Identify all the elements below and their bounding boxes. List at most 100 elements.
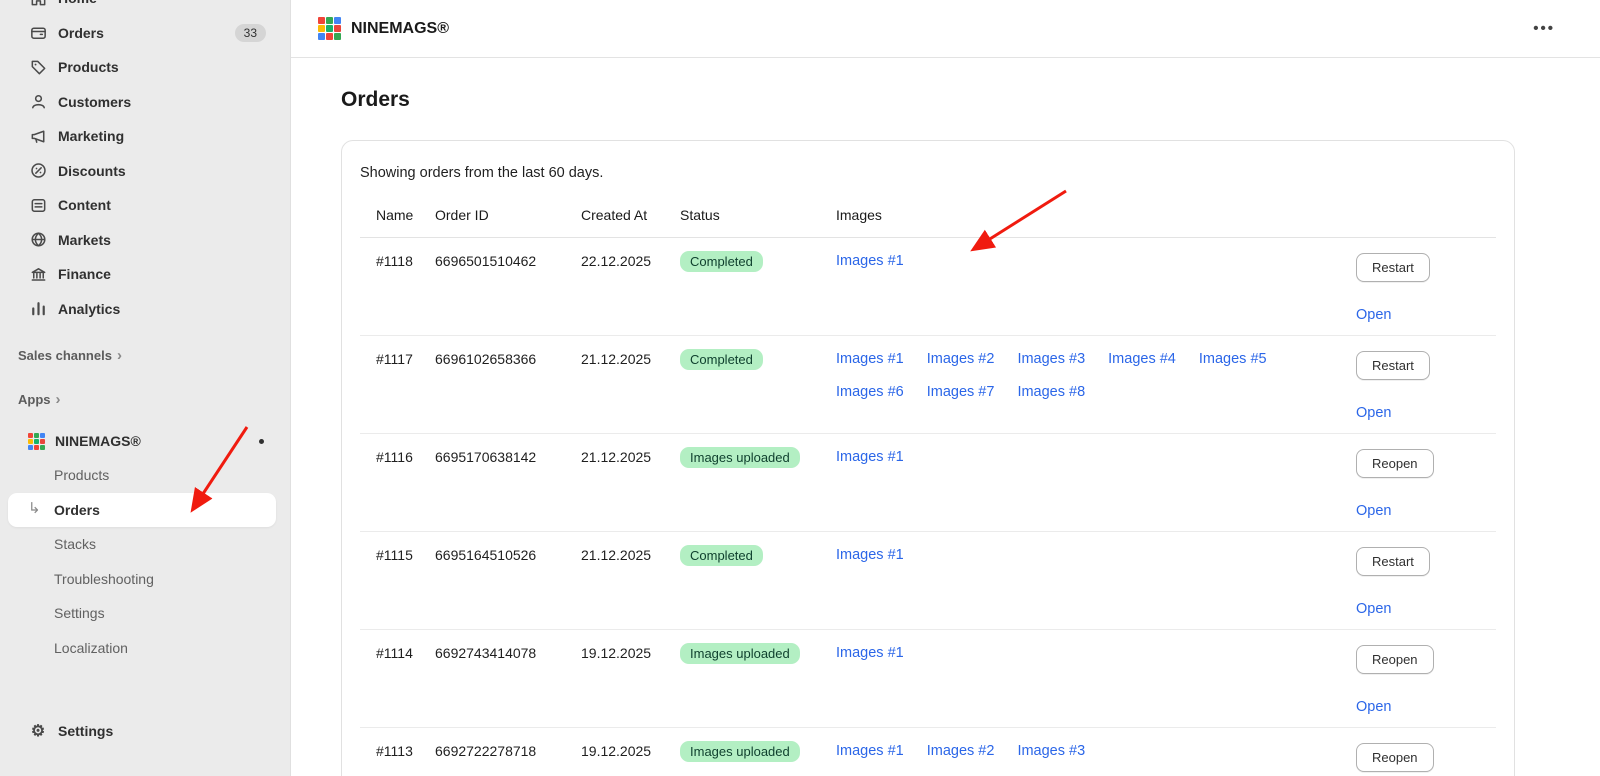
image-link[interactable]: Images #1	[836, 743, 904, 759]
status-badge: Images uploaded	[680, 741, 800, 762]
sidebar-item-label: Discounts	[58, 162, 126, 179]
sidebar-subitem-products[interactable]: Products	[8, 458, 276, 493]
image-link[interactable]: Images #4	[1108, 351, 1176, 367]
sidebar-item-label: Orders	[58, 24, 104, 41]
open-link[interactable]: Open	[1356, 405, 1391, 421]
app-subnav: Products ↳ Orders Stacks Troubleshooting Sett…	[0, 458, 290, 665]
restart-button[interactable]: Restart	[1356, 351, 1430, 380]
table-header-row: Name Order ID Created At Status Images	[360, 197, 1496, 238]
status-badge: Completed	[680, 545, 763, 566]
sidebar-item-discounts[interactable]: Discounts	[0, 154, 290, 189]
open-link[interactable]: Open	[1356, 699, 1391, 715]
sidebar-subitem-localization[interactable]: Localization	[8, 631, 276, 666]
sidebar-subitem-settings[interactable]: Settings	[8, 596, 276, 631]
restart-button[interactable]: Restart	[1356, 253, 1430, 282]
column-header-name: Name	[360, 197, 435, 238]
sidebar-item-ninemags-app[interactable]: NINEMAGS®	[0, 424, 290, 458]
page-title: Orders	[341, 88, 410, 111]
status-badge: Images uploaded	[680, 643, 800, 664]
order-row: #1117 6696102658366 21.12.2025 Completed Ima…	[360, 335, 1496, 434]
orders-table: Name Order ID Created At Status Images #1118…	[360, 197, 1496, 776]
order-id: 6695164510526	[435, 531, 581, 630]
image-link[interactable]: Images #8	[1017, 384, 1085, 400]
topbar: NINEMAGS® •••	[291, 0, 1600, 58]
status-badge: Completed	[680, 349, 763, 370]
images-links: Images #1 Images #2 Images #3 Images #4 Imag…	[836, 351, 1348, 400]
gear-icon: ⚙	[30, 722, 46, 740]
image-link[interactable]: Images #5	[1199, 351, 1267, 367]
image-link[interactable]: Images #6	[836, 384, 904, 400]
sidebar-item-finance[interactable]: Finance	[0, 257, 290, 292]
marketing-icon	[28, 126, 48, 146]
main-area: NINEMAGS® ••• Orders Showing orders from…	[291, 0, 1600, 776]
image-link[interactable]: Images #3	[1017, 351, 1085, 367]
sidebar-item-analytics[interactable]: Analytics	[0, 292, 290, 327]
sidebar-item-customers[interactable]: Customers	[0, 85, 290, 120]
order-created-at: 19.12.2025	[581, 629, 680, 728]
markets-icon	[28, 230, 48, 250]
images-links: Images #1	[836, 645, 1348, 661]
sales-channels-header[interactable]: Sales channels ›	[0, 341, 290, 370]
column-header-order-id: Order ID	[435, 197, 581, 238]
image-link[interactable]: Images #2	[927, 351, 995, 367]
reopen-button[interactable]: Reopen	[1356, 449, 1434, 478]
order-row: #1115 6695164510526 21.12.2025 Completed Ima…	[360, 531, 1496, 630]
image-link[interactable]: Images #7	[927, 384, 995, 400]
open-link[interactable]: Open	[1356, 307, 1391, 323]
sidebar-subitem-label: Products	[54, 467, 110, 484]
order-id: 6696501510462	[435, 237, 581, 336]
more-menu-button[interactable]: •••	[1533, 21, 1555, 36]
images-links: Images #1 Images #2 Images #3	[836, 743, 1348, 759]
sidebar-item-orders[interactable]: Orders 33	[0, 16, 290, 51]
sidebar-item-markets[interactable]: Markets	[0, 223, 290, 258]
sidebar-subitem-label: Settings	[54, 605, 105, 622]
sidebar-nav: Home Orders 33 Products Customers Marketing Di…	[0, 0, 290, 326]
open-link[interactable]: Open	[1356, 503, 1391, 519]
image-link[interactable]: Images #1	[836, 547, 904, 563]
column-header-status: Status	[680, 197, 836, 238]
open-link[interactable]: Open	[1356, 601, 1391, 617]
images-links: Images #1	[836, 547, 1348, 563]
sidebar-item-label: Customers	[58, 93, 132, 110]
sidebar-subitem-orders[interactable]: ↳ Orders	[8, 492, 276, 527]
content-icon	[28, 195, 48, 215]
chevron-right-icon: ›	[116, 347, 122, 364]
sidebar-item-label: Finance	[58, 266, 111, 283]
order-row: #1113 6692722278718 19.12.2025 Images uploa…	[360, 728, 1496, 776]
order-row: #1114 6692743414078 19.12.2025 Images uploa…	[360, 629, 1496, 728]
sidebar-item-products[interactable]: Products	[0, 50, 290, 85]
apps-header[interactable]: Apps ›	[0, 385, 290, 414]
order-name: #1116	[360, 433, 435, 532]
sidebar-item-home[interactable]: Home	[0, 0, 290, 16]
sidebar-item-label: Products	[58, 59, 119, 76]
reopen-button[interactable]: Reopen	[1356, 743, 1434, 772]
order-name: #1115	[360, 531, 435, 630]
sidebar-item-label: Content	[58, 197, 111, 214]
reopen-button[interactable]: Reopen	[1356, 645, 1434, 674]
image-link[interactable]: Images #1	[836, 645, 904, 661]
app-title: NINEMAGS®	[351, 19, 450, 37]
finance-icon	[28, 264, 48, 284]
sidebar-item-content[interactable]: Content	[0, 188, 290, 223]
sidebar-subitem-troubleshooting[interactable]: Troubleshooting	[8, 562, 276, 597]
chevron-right-icon: ›	[55, 391, 61, 408]
order-name: #1113	[376, 743, 413, 759]
orders-subtitle: Showing orders from the last 60 days.	[360, 165, 604, 181]
image-link[interactable]: Images #2	[927, 743, 995, 759]
sidebar-item-settings[interactable]: ⚙ Settings	[0, 714, 290, 749]
image-link[interactable]: Images #1	[836, 351, 904, 367]
sidebar-subitem-label: Orders	[54, 501, 100, 518]
order-created-at: 21.12.2025	[581, 335, 680, 434]
status-badge: Images uploaded	[680, 447, 800, 468]
restart-button[interactable]: Restart	[1356, 547, 1430, 576]
column-header-images: Images	[836, 197, 1356, 238]
home-icon	[28, 0, 48, 8]
sidebar-subitem-label: Stacks	[54, 536, 97, 553]
image-link[interactable]: Images #1	[836, 449, 904, 465]
image-link[interactable]: Images #3	[1017, 743, 1085, 759]
sidebar-subitem-stacks[interactable]: Stacks	[8, 527, 276, 562]
order-name: #1114	[360, 629, 435, 728]
settings-label: Settings	[58, 722, 114, 739]
image-link[interactable]: Images #1	[836, 253, 904, 269]
sidebar-item-marketing[interactable]: Marketing	[0, 119, 290, 154]
